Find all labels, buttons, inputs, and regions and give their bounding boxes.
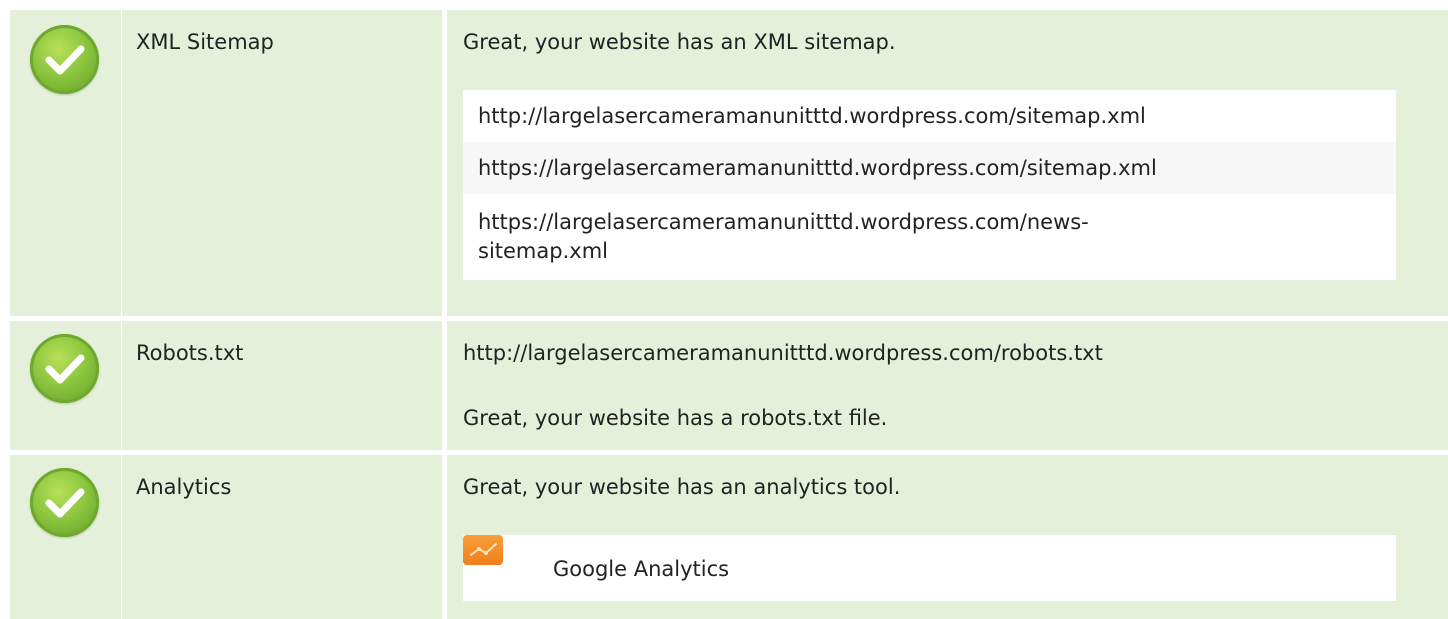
check-circle-icon: [30, 25, 99, 94]
check-label: XML Sitemap: [136, 30, 274, 54]
content-cell: Great, your website has an XML sitemap. …: [447, 10, 1448, 316]
check-circle-icon: [30, 468, 99, 537]
check-message: Great, your website has an XML sitemap.: [463, 30, 896, 54]
label-cell: Robots.txt: [122, 321, 442, 450]
sitemap-url-list: http://largelasercameramanunitttd.wordpr…: [463, 90, 1396, 280]
check-label: Analytics: [136, 475, 232, 499]
status-cell: [10, 10, 121, 316]
content-cell: Great, your website has an analytics too…: [447, 455, 1448, 619]
robots-url[interactable]: http://largelasercameramanunitttd.wordpr…: [463, 341, 1103, 365]
status-cell: [10, 321, 121, 450]
check-message: Great, your website has a robots.txt fil…: [463, 406, 888, 430]
check-label: Robots.txt: [136, 341, 244, 365]
check-circle-icon: [30, 334, 99, 403]
check-message: Great, your website has an analytics too…: [463, 475, 901, 499]
check-row-analytics: Analytics Great, your website has an ana…: [0, 455, 1448, 619]
analytics-tool-name: Google Analytics: [553, 557, 730, 581]
sitemap-url[interactable]: https://largelasercameramanunitttd.wordp…: [463, 142, 1396, 194]
sitemap-url[interactable]: https://largelasercameramanunitttd.wordp…: [463, 194, 1113, 280]
sitemap-url-text: https://largelasercameramanunitttd.wordp…: [478, 210, 1089, 263]
check-row-robots-txt: Robots.txt http://largelasercameramanuni…: [0, 321, 1448, 450]
sitemap-url[interactable]: http://largelasercameramanunitttd.wordpr…: [463, 90, 1396, 142]
analytics-tool-item: Google Analytics: [463, 535, 1396, 601]
label-cell: Analytics: [122, 455, 442, 619]
check-row-xml-sitemap: XML Sitemap Great, your website has an X…: [0, 10, 1448, 316]
label-cell: XML Sitemap: [122, 10, 442, 316]
content-cell: http://largelasercameramanunitttd.wordpr…: [447, 321, 1448, 450]
status-cell: [10, 455, 121, 619]
google-analytics-icon: [463, 535, 503, 565]
